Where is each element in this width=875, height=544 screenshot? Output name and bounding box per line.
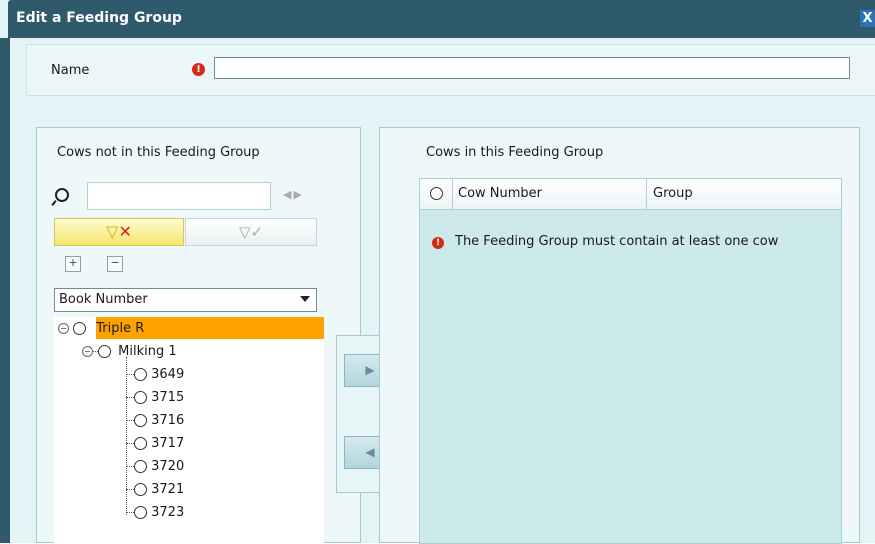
radio-button[interactable]	[134, 391, 147, 404]
cow-number: 3717	[151, 436, 185, 451]
tree-node-cow[interactable]: 3723	[126, 503, 184, 523]
validation-message: The Feeding Group must contain at least …	[455, 234, 779, 249]
group-cows-panel: Cows in this Feeding Group Cow Number Gr…	[379, 127, 860, 544]
cow-number: 3720	[151, 459, 185, 474]
group-by-select[interactable]: Book Number	[54, 288, 317, 312]
funnel-x-icon: ▽	[106, 222, 119, 241]
name-panel: Name !	[26, 44, 875, 96]
tree-node-cow[interactable]: 3717	[126, 434, 184, 454]
title-bar: Edit a Feeding Group X	[8, 0, 875, 38]
tree-node-cow[interactable]: 3721	[126, 480, 184, 500]
tree-node-cow[interactable]: 3649	[126, 365, 184, 385]
cow-number: 3723	[151, 505, 185, 520]
tree-node-farm[interactable]: − Triple R	[58, 319, 328, 339]
radio-button[interactable]	[73, 322, 87, 335]
column-header-cow-number[interactable]: Cow Number	[458, 186, 542, 201]
grid-header: Cow Number Group	[420, 179, 841, 210]
select-all-cell[interactable]	[420, 179, 453, 209]
available-cows-title: Cows not in this Feeding Group	[57, 145, 260, 160]
tree-node-label: Triple R	[96, 321, 145, 336]
cow-number: 3721	[151, 482, 185, 497]
group-cows-grid: Cow Number Group ! The Feeding Group mus…	[419, 178, 842, 544]
column-header-group[interactable]: Group	[653, 186, 693, 201]
expand-all-button[interactable]: +	[65, 256, 81, 272]
radio-button[interactable]	[134, 414, 147, 427]
window-title: Edit a Feeding Group	[16, 10, 182, 26]
available-cows-panel: Cows not in this Feeding Group ◀▶ ▽✕ ▽✓ …	[36, 127, 361, 544]
tree-node-cow[interactable]: 3715	[126, 388, 184, 408]
radio-button[interactable]	[134, 368, 147, 381]
collapse-all-button[interactable]: −	[107, 256, 123, 272]
search-icon	[55, 188, 69, 202]
collapse-toggle-icon[interactable]: −	[82, 346, 93, 357]
exclamation-icon: !	[192, 63, 205, 76]
group-cows-title: Cows in this Feeding Group	[426, 145, 604, 160]
funnel-check-icon: ▽✓	[238, 223, 264, 241]
dialog-window: Edit a Feeding Group X Name ! Cows not i…	[0, 0, 875, 544]
window-frame-left	[0, 38, 10, 543]
name-label: Name	[51, 63, 90, 78]
arrow-right-icon: ▶	[365, 363, 375, 377]
radio-button[interactable]	[98, 345, 111, 358]
close-button[interactable]: X	[860, 10, 875, 27]
radio-button[interactable]	[134, 437, 147, 450]
x-mark-icon: ✕	[118, 222, 132, 241]
radio-button[interactable]	[430, 187, 443, 200]
exclamation-icon: !	[432, 237, 444, 249]
cow-number: 3716	[151, 413, 185, 428]
search-nav-arrows-icon[interactable]: ◀▶	[283, 188, 304, 201]
collapse-toggle-icon[interactable]: −	[58, 323, 69, 334]
cow-tree: − Triple R − Milking 1 3649 3715 3716 37…	[54, 317, 324, 544]
filter-include-tab[interactable]: ▽✓	[185, 218, 317, 246]
radio-button[interactable]	[134, 483, 147, 496]
tree-node-group[interactable]: − Milking 1	[82, 342, 177, 362]
chevron-down-icon	[300, 296, 310, 302]
filter-exclude-tab[interactable]: ▽✕	[54, 218, 184, 246]
tree-node-cow[interactable]: 3716	[126, 411, 184, 431]
name-input[interactable]	[214, 57, 850, 79]
arrow-left-icon: ◀	[365, 445, 375, 459]
radio-button[interactable]	[134, 506, 147, 519]
column-divider	[646, 179, 647, 209]
search-input[interactable]	[87, 182, 271, 210]
radio-button[interactable]	[134, 460, 147, 473]
group-by-value: Book Number	[59, 292, 148, 307]
cow-number: 3649	[151, 367, 185, 382]
tree-node-cow[interactable]: 3720	[126, 457, 184, 477]
cow-number: 3715	[151, 390, 185, 405]
